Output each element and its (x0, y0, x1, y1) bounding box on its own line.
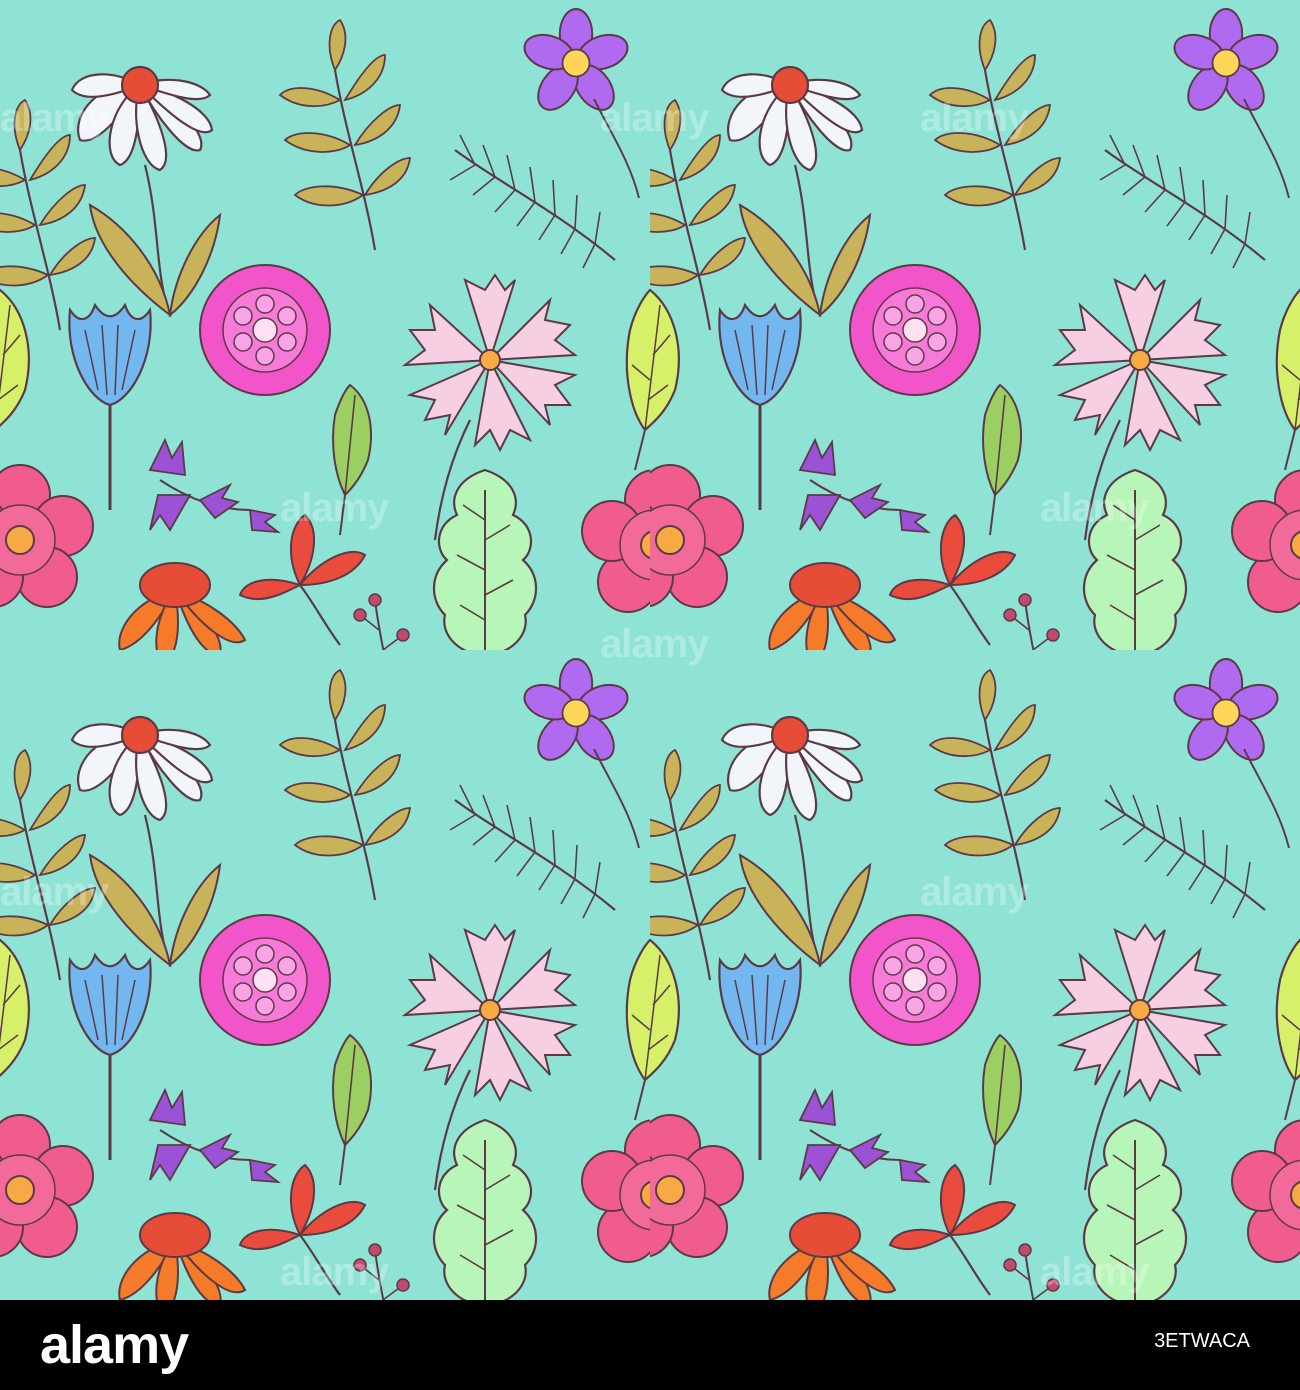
stock-footer-bar: alamy 3ETWACA (0, 1300, 1300, 1390)
alamy-logo: alamy (40, 1315, 189, 1375)
image-id-label: 3ETWACA (1154, 1330, 1250, 1352)
floral-pattern (0, 0, 1300, 1300)
